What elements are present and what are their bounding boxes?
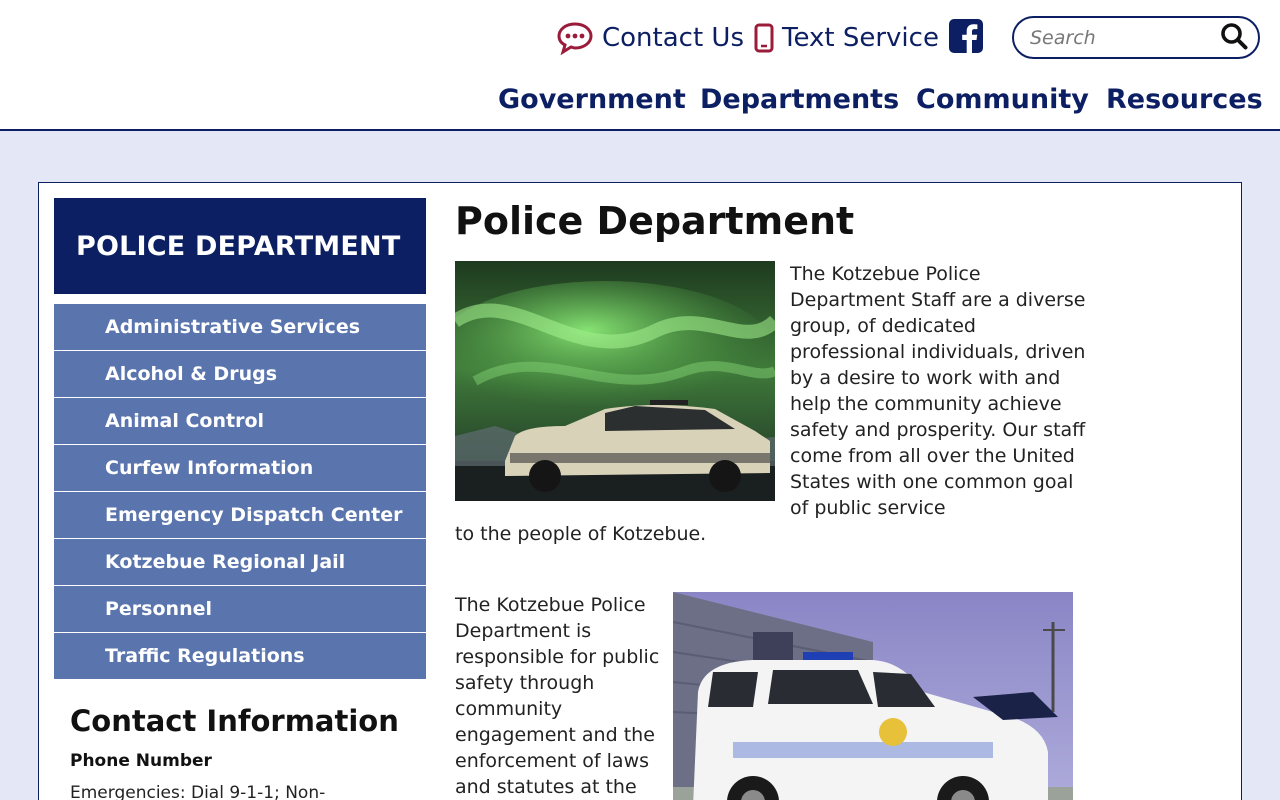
phone-text: Emergencies: Dial 9-1-1; Non- [70,783,326,800]
nav-community[interactable]: Community [916,84,1089,115]
nav-government[interactable]: Government [498,84,686,115]
nav-departments[interactable]: Departments [700,84,899,115]
contact-us-link[interactable]: Contact Us [556,21,744,55]
phone-heading: Phone Number [70,751,212,771]
sidebar-item-label[interactable]: Alcohol & Drugs [105,363,277,385]
sidebar-item-label[interactable]: Administrative Services [105,316,360,338]
sidebar-item-curfew-information[interactable]: Curfew Information [54,445,426,492]
nav-resources[interactable]: Resources [1106,84,1263,115]
sidebar-item-label[interactable]: Traffic Regulations [105,645,305,667]
sidebar-item-label[interactable]: Emergency Dispatch Center [105,504,403,526]
sidebar-item-label[interactable]: Curfew Information [105,457,313,479]
contact-us-label: Contact Us [602,23,744,53]
facebook-link[interactable] [948,19,983,57]
main-nav: Government Departments Community Resourc… [0,84,1280,124]
sidebar-item-administrative-services[interactable]: Administrative Services [54,304,426,351]
text-service-link[interactable]: Text Service [754,23,939,53]
search-icon [1220,22,1248,54]
text-service-label: Text Service [782,23,939,53]
site-header: Contact Us Text Service Search Governmen… [0,0,1280,131]
responsibility-paragraph: The Kotzebue Police Department is respon… [455,594,660,798]
sidebar-item-label[interactable]: Kotzebue Regional Jail [105,551,345,573]
sidebar-menu: Administrative Services Alcohol & Drugs … [54,304,426,680]
search-button[interactable] [1220,22,1248,54]
content-panel: POLICE DEPARTMENT Administrative Service… [38,182,1242,800]
utility-links: Contact Us Text Service [556,18,983,58]
sidebar-title: POLICE DEPARTMENT [54,198,426,294]
page-title: Police Department [455,199,855,243]
intro-paragraph-wrap: The Kotzebue Police Department Staff are… [790,263,1086,519]
sidebar-item-alcohol-drugs[interactable]: Alcohol & Drugs [54,351,426,398]
sidebar-item-personnel[interactable]: Personnel [54,586,426,633]
phone-icon [754,23,774,53]
chat-bubble-icon [556,21,594,55]
sidebar-item-label[interactable]: Animal Control [105,410,264,432]
search-input[interactable] [1030,26,1210,49]
intro-paragraph-tail: to the people of Kotzebue. [455,523,707,545]
sidebar-item-label[interactable]: Personnel [105,598,212,620]
aurora-police-car-image [455,261,775,501]
police-suv-image [673,592,1073,800]
sidebar-item-regional-jail[interactable]: Kotzebue Regional Jail [54,539,426,586]
search-box [1012,16,1260,59]
sidebar-item-animal-control[interactable]: Animal Control [54,398,426,445]
sidebar-item-emergency-dispatch[interactable]: Emergency Dispatch Center [54,492,426,539]
facebook-icon [948,19,983,57]
contact-heading: Contact Information [70,704,399,738]
sidebar-item-traffic-regulations[interactable]: Traffic Regulations [54,633,426,680]
